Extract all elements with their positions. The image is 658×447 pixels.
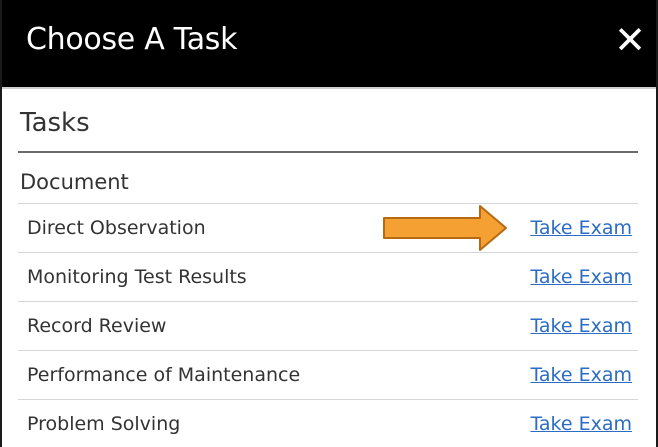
close-icon: ✕: [614, 18, 646, 62]
task-list: Direct Observation Take Exam Monitoring …: [18, 203, 638, 447]
title-divider: [2, 87, 656, 89]
section-heading-document: Document: [20, 170, 129, 194]
task-row: Direct Observation Take Exam: [18, 203, 638, 252]
task-label: Problem Solving: [27, 413, 181, 435]
task-row: Record Review Take Exam: [18, 301, 638, 350]
tasks-heading-rule: [18, 151, 638, 153]
take-exam-link[interactable]: Take Exam: [530, 266, 632, 288]
task-row: Monitoring Test Results Take Exam: [18, 252, 638, 301]
orange-arrow-icon: [383, 205, 507, 251]
task-row: Performance of Maintenance Take Exam: [18, 350, 638, 399]
dialog-title-bar: Choose A Task ✕: [2, 0, 656, 87]
task-label: Record Review: [27, 315, 167, 337]
close-button[interactable]: ✕: [610, 18, 650, 62]
task-label: Monitoring Test Results: [27, 266, 247, 288]
tasks-heading: Tasks: [20, 108, 90, 138]
dialog-title: Choose A Task: [26, 22, 238, 57]
choose-task-dialog: Choose A Task ✕ Tasks Document Direct Ob…: [0, 0, 658, 447]
take-exam-link[interactable]: Take Exam: [530, 364, 632, 386]
take-exam-link[interactable]: Take Exam: [530, 217, 632, 239]
task-row: Problem Solving Take Exam: [18, 399, 638, 447]
task-label: Direct Observation: [27, 217, 206, 239]
take-exam-link[interactable]: Take Exam: [530, 413, 632, 435]
task-label: Performance of Maintenance: [27, 364, 301, 386]
take-exam-link[interactable]: Take Exam: [530, 315, 632, 337]
